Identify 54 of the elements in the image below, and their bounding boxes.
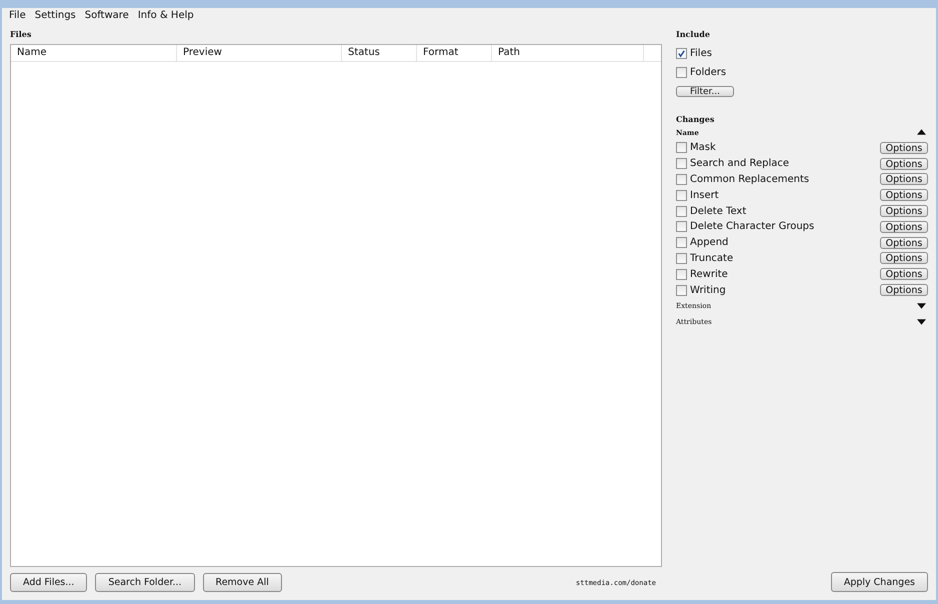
checkbox[interactable]: [676, 67, 687, 78]
checkbox-label: Delete Text: [690, 206, 748, 217]
options-button[interactable]: Options: [880, 236, 928, 249]
options-button[interactable]: Options: [880, 142, 928, 154]
options-button[interactable]: Options: [880, 284, 928, 296]
checkbox[interactable]: [676, 142, 687, 154]
checkbox[interactable]: [676, 221, 687, 232]
action-button[interactable]: Add Files...: [10, 573, 88, 592]
options-button[interactable]: Options: [880, 173, 928, 186]
menu-item[interactable]: Settings: [34, 10, 76, 20]
filter-button[interactable]: Filter...: [676, 86, 734, 97]
section-title: Include: [676, 28, 711, 41]
column-header[interactable]: Name: [11, 45, 177, 61]
options-button[interactable]: Options: [880, 268, 928, 280]
checkbox[interactable]: [676, 206, 687, 217]
checkbox[interactable]: [676, 284, 687, 296]
options-button[interactable]: Options: [880, 189, 928, 202]
menu-item[interactable]: Info & Help: [138, 10, 194, 20]
checkbox-label: Folders: [690, 67, 726, 78]
options-button[interactable]: Options: [880, 205, 928, 218]
checkbox-label: Writing: [690, 284, 727, 296]
options-button[interactable]: Options: [880, 158, 928, 170]
column-header[interactable]: Format: [417, 45, 492, 61]
action-button[interactable]: Remove All: [202, 573, 282, 592]
checkbox[interactable]: [676, 237, 687, 248]
section-title: Changes: [676, 113, 716, 124]
expand-icon[interactable]: [917, 318, 926, 325]
menu-item[interactable]: Software: [84, 10, 129, 20]
checkbox-label: Insert: [690, 190, 720, 201]
checkbox-label: Truncate: [690, 252, 734, 264]
column-header[interactable]: Preview: [177, 45, 342, 61]
checkbox[interactable]: [676, 174, 687, 185]
section-title: Files: [10, 28, 32, 41]
checkbox-label: Delete Character Groups: [690, 221, 816, 232]
checkbox[interactable]: [676, 158, 687, 170]
checkbox-label: Append: [690, 237, 730, 248]
checkbox-label: Search and Replace: [690, 158, 790, 170]
checkbox[interactable]: [676, 252, 687, 264]
options-button[interactable]: Options: [880, 220, 928, 233]
checkbox-label: Mask: [690, 142, 717, 154]
action-button[interactable]: Search Folder...: [95, 573, 195, 592]
apply-button[interactable]: Apply Changes: [830, 572, 928, 592]
column-header[interactable]: Path: [492, 45, 644, 61]
collapse-icon[interactable]: [917, 129, 926, 135]
expand-icon[interactable]: [917, 302, 926, 309]
checkbox-label: Common Replacements: [690, 174, 810, 185]
checkbox-label: Rewrite: [690, 268, 729, 280]
checkbox-label: Files: [690, 48, 712, 59]
options-button[interactable]: Options: [880, 252, 928, 264]
checkbox[interactable]: [676, 48, 687, 59]
column-header[interactable]: Status: [342, 45, 417, 61]
menu-item[interactable]: File: [9, 10, 26, 20]
checkbox[interactable]: [676, 268, 687, 280]
checkbox[interactable]: [676, 190, 687, 201]
